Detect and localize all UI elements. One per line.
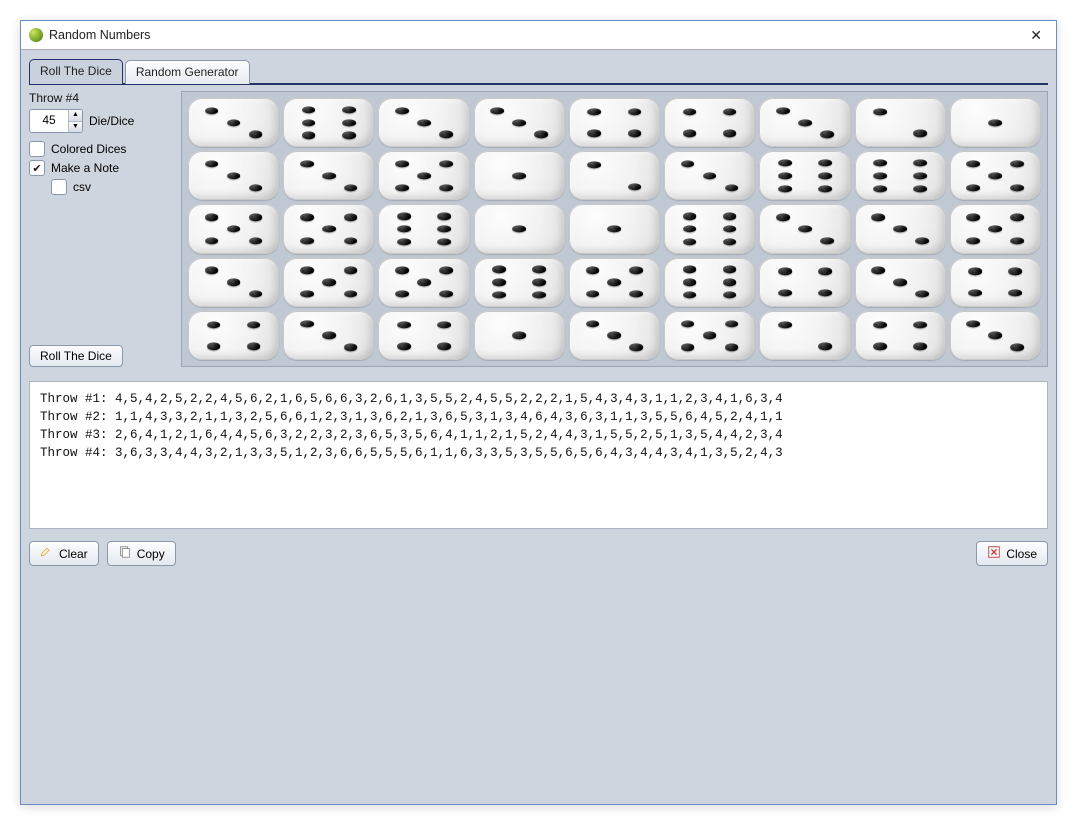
window: Random Numbers ✕ Roll The Dice Random Ge…: [20, 20, 1057, 805]
die: [569, 311, 660, 360]
make-note-label: Make a Note: [51, 161, 119, 175]
die: [950, 98, 1041, 147]
die: [950, 204, 1041, 253]
top-row: Throw #4 45 ▲ ▼ Die/Dice: [29, 91, 1048, 367]
csv-checkbox[interactable]: [51, 179, 67, 195]
app-icon: [29, 28, 43, 42]
tab-panel: Throw #4 45 ▲ ▼ Die/Dice: [29, 91, 1048, 794]
die: [855, 98, 946, 147]
log-line: Throw #4: 3,6,3,3,4,4,3,2,1,3,3,5,1,2,3,…: [40, 444, 1037, 462]
die: [855, 258, 946, 307]
throw-label: Throw #4: [29, 91, 175, 105]
tab-roll-the-dice[interactable]: Roll The Dice: [29, 59, 123, 84]
spinner-up[interactable]: ▲: [68, 110, 82, 121]
clear-icon: [40, 545, 54, 562]
die: [664, 204, 755, 253]
die: [950, 311, 1041, 360]
copy-button[interactable]: Copy: [107, 541, 176, 566]
tab-strip: Roll The Dice Random Generator: [29, 58, 1048, 83]
spinner-down[interactable]: ▼: [68, 121, 82, 133]
die: [188, 311, 279, 360]
die: [950, 258, 1041, 307]
die: [378, 204, 469, 253]
log-textarea[interactable]: Throw #1: 4,5,4,2,5,2,2,4,5,6,2,1,6,5,6,…: [29, 381, 1048, 529]
die: [283, 311, 374, 360]
die: [474, 258, 565, 307]
die: [474, 311, 565, 360]
die: [474, 204, 565, 253]
die: [378, 311, 469, 360]
die: [664, 311, 755, 360]
csv-row[interactable]: csv: [51, 179, 175, 195]
die: [950, 151, 1041, 200]
die: [569, 258, 660, 307]
button-bar: Clear Copy Close: [29, 541, 1048, 566]
die: [188, 258, 279, 307]
die: [855, 151, 946, 200]
side-controls: Throw #4 45 ▲ ▼ Die/Dice: [29, 91, 181, 367]
die: [569, 98, 660, 147]
tab-label: Roll The Dice: [40, 64, 112, 78]
die: [759, 98, 850, 147]
colored-dices-checkbox[interactable]: [29, 141, 45, 157]
die: [664, 258, 755, 307]
die: [474, 98, 565, 147]
colored-dices-row[interactable]: Colored Dices: [29, 141, 175, 157]
die: [855, 311, 946, 360]
dice-count-value: 45: [30, 110, 68, 132]
window-close-button[interactable]: ✕: [1024, 25, 1048, 46]
die: [664, 151, 755, 200]
die: [569, 204, 660, 253]
csv-label: csv: [73, 180, 91, 194]
die: [283, 258, 374, 307]
dice-count-spinner[interactable]: 45 ▲ ▼: [29, 109, 83, 133]
log-line: Throw #3: 2,6,4,1,2,1,6,4,4,5,6,3,2,2,3,…: [40, 426, 1037, 444]
die: [378, 258, 469, 307]
make-note-checkbox[interactable]: [29, 160, 45, 176]
roll-the-dice-button[interactable]: Roll The Dice: [29, 345, 123, 367]
copy-icon: [118, 545, 132, 562]
die: [378, 151, 469, 200]
dice-board: [181, 91, 1048, 367]
die: [759, 204, 850, 253]
die: [855, 204, 946, 253]
window-title: Random Numbers: [49, 28, 1024, 42]
close-button[interactable]: Close: [976, 541, 1048, 566]
clear-button[interactable]: Clear: [29, 541, 99, 566]
die: [759, 258, 850, 307]
die: [283, 98, 374, 147]
make-note-row[interactable]: Make a Note: [29, 160, 175, 176]
die: [188, 151, 279, 200]
die: [759, 311, 850, 360]
titlebar: Random Numbers ✕: [21, 21, 1056, 50]
log-line: Throw #2: 1,1,4,3,3,2,1,1,3,2,5,6,6,1,2,…: [40, 408, 1037, 426]
die: [188, 204, 279, 253]
die: [759, 151, 850, 200]
die: [283, 204, 374, 253]
die: [378, 98, 469, 147]
body-area: Roll The Dice Random Generator Throw #4: [21, 50, 1056, 804]
dice-count-row: 45 ▲ ▼ Die/Dice: [29, 109, 175, 133]
colored-dices-label: Colored Dices: [51, 142, 126, 156]
die: [188, 98, 279, 147]
die: [569, 151, 660, 200]
die: [283, 151, 374, 200]
dice-count-label: Die/Dice: [89, 114, 134, 128]
tab-label: Random Generator: [136, 65, 239, 79]
die: [664, 98, 755, 147]
tab-random-generator[interactable]: Random Generator: [125, 60, 250, 84]
log-line: Throw #1: 4,5,4,2,5,2,2,4,5,6,2,1,6,5,6,…: [40, 390, 1037, 408]
close-icon: [987, 545, 1001, 562]
die: [474, 151, 565, 200]
